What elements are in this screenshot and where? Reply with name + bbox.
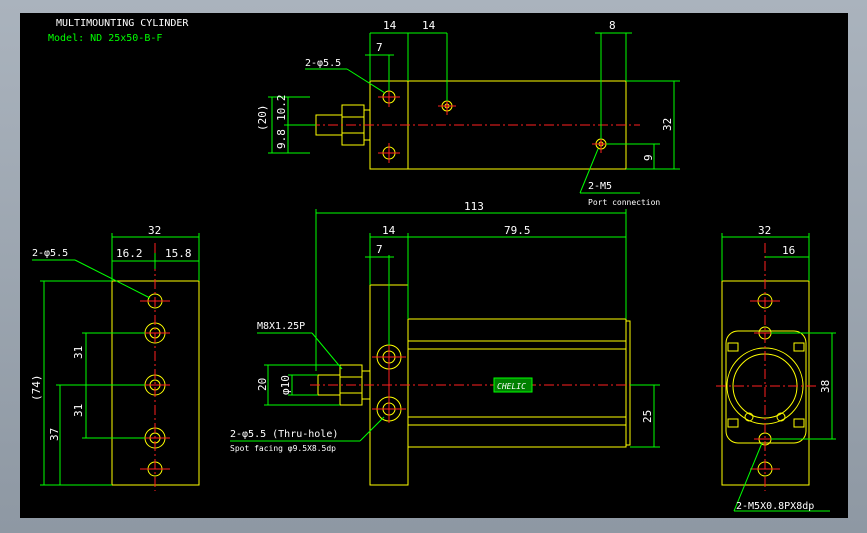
right-dim-38: 38: [819, 380, 832, 393]
chelic-logo-text: CHELIC: [497, 382, 526, 391]
top-dim-8: 8: [609, 19, 616, 32]
left-dim-37: 37: [48, 428, 61, 441]
front-dim-79-5: 79.5: [504, 224, 531, 237]
top-port-label: 2-M5: [588, 181, 612, 192]
front-view: CHELIC 113 14 79.5 7 M8X1.25P 20 φ10 25 …: [230, 200, 660, 486]
drawing-canvas: MULTIMOUNTING CYLINDER Model: ND 25x50-B…: [20, 13, 848, 518]
window-frame: MULTIMOUNTING CYLINDER Model: ND 25x50-B…: [0, 0, 867, 533]
model-label: Model: ND 25x50-B-F: [48, 33, 162, 44]
left-dim-15-8: 15.8: [165, 247, 192, 260]
front-dim-phi10: φ10: [279, 375, 292, 395]
cad-drawing: MULTIMOUNTING CYLINDER Model: ND 25x50-B…: [30, 18, 836, 512]
top-hole-label: 2-φ5.5: [305, 58, 341, 69]
front-hole-label: 2-φ5.5 (Thru-hole): [230, 429, 338, 440]
top-dim-20: (20): [256, 105, 269, 132]
front-dim-14: 14: [382, 224, 396, 237]
top-dim-9: 9: [642, 154, 655, 161]
front-dim-20: 20: [256, 378, 269, 391]
top-dim-9-8: 9.8: [275, 129, 288, 149]
left-view: 32 16.2 15.8 2-φ5.5 (74) 31 31 37: [30, 224, 200, 491]
left-dim-31a: 31: [72, 346, 85, 359]
front-dim-113: 113: [464, 200, 484, 213]
drawing-title: MULTIMOUNTING CYLINDER: [56, 18, 189, 29]
front-dim-7: 7: [376, 243, 383, 256]
right-tap-label: 2-M5X0.8PX8dp: [736, 501, 814, 512]
right-view: 32 16 38 2-M5X0.8PX8dp: [716, 224, 836, 512]
top-dim-10-2: 10.2: [275, 95, 288, 122]
top-view: 14 14 8 7 2-φ5.5 (20) 10.2 9.8 32 9 2-M5…: [256, 19, 680, 207]
right-dim-32: 32: [758, 224, 771, 237]
front-thread-label: M8X1.25P: [257, 321, 305, 332]
front-spot-note: Spot facing φ9.5X8.5dp: [230, 444, 336, 453]
right-dim-16: 16: [782, 244, 795, 257]
top-dim-14a: 14: [383, 19, 397, 32]
top-dim-7: 7: [376, 41, 383, 54]
top-dim-14b: 14: [422, 19, 436, 32]
left-dim-32: 32: [148, 224, 161, 237]
front-dim-25: 25: [641, 410, 654, 423]
left-dim-16-2: 16.2: [116, 247, 143, 260]
top-port-note: Port connection: [588, 198, 660, 207]
top-dim-32: 32: [661, 118, 674, 131]
left-hole-label: 2-φ5.5: [32, 248, 68, 259]
left-dim-74: (74): [30, 375, 43, 402]
left-dim-31b: 31: [72, 404, 85, 417]
